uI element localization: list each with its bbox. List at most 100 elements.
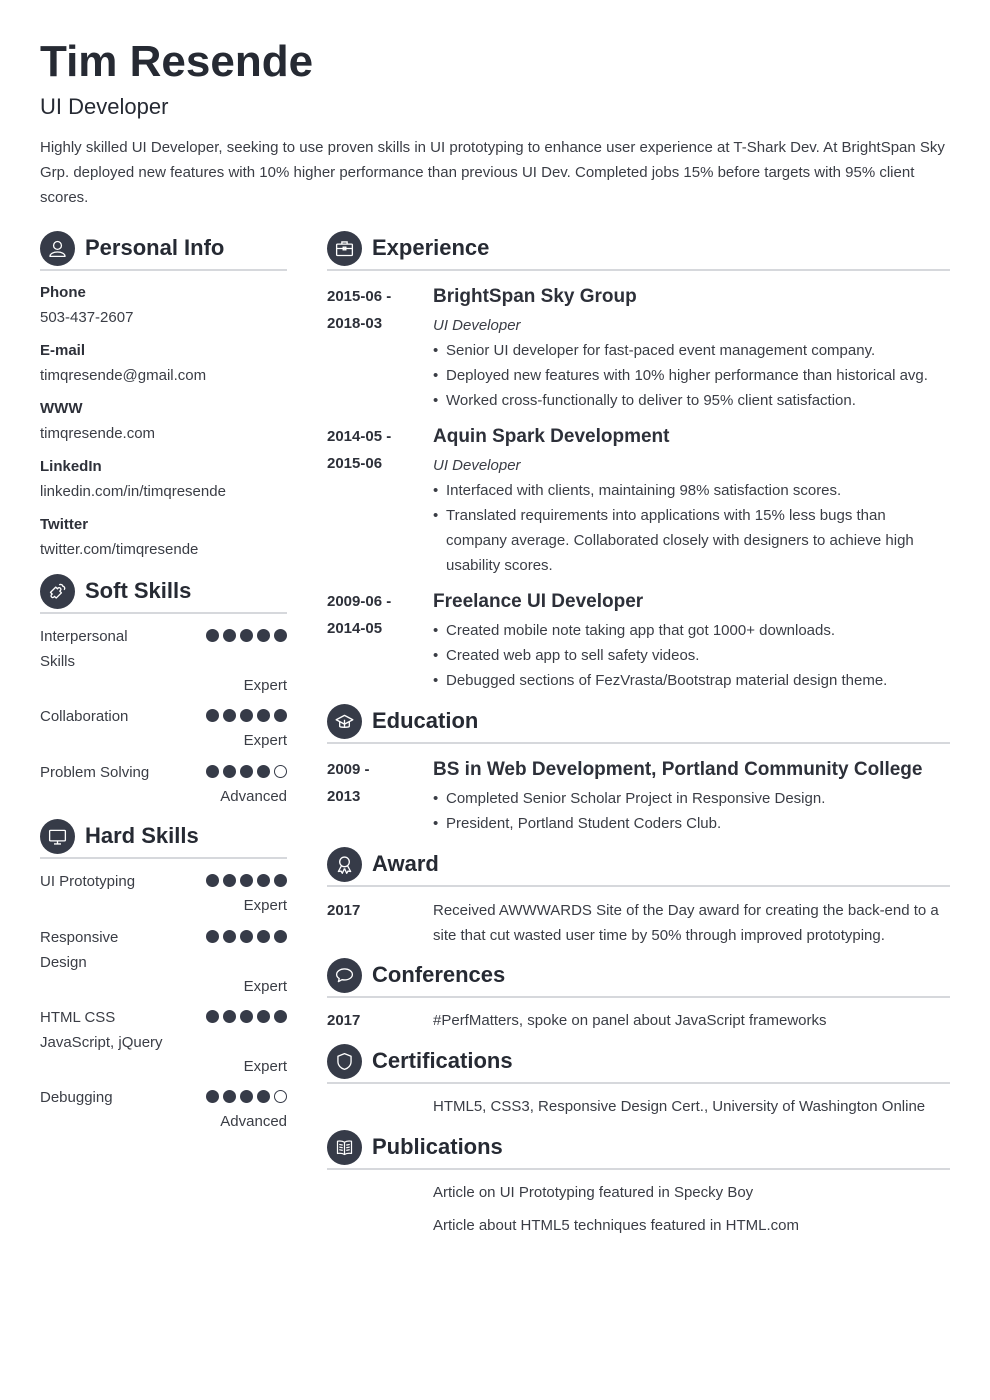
entry-date: 2009 - 2013 xyxy=(327,757,427,809)
pi-value[interactable]: linkedin.com/in/timqresende xyxy=(40,482,226,502)
rating-dot-filled xyxy=(257,874,270,887)
rating-dot-filled xyxy=(257,629,270,642)
skill-level: Advanced xyxy=(220,788,287,805)
publication-text: Article about HTML5 techniques featured … xyxy=(433,1217,799,1234)
rating-dot-filled xyxy=(206,930,219,943)
bullet-item: Created web app to sell safety videos. xyxy=(433,643,950,668)
skill-name: UI Prototyping xyxy=(40,873,136,890)
rating-dot-filled xyxy=(223,1090,236,1103)
rating-dot-filled xyxy=(274,709,287,722)
skill-rating xyxy=(206,1010,287,1023)
pi-label: Twitter xyxy=(40,516,89,533)
rating-dot-filled xyxy=(206,874,219,887)
award-ribbon-icon xyxy=(327,846,362,882)
user-icon xyxy=(40,230,75,266)
section-title: Award xyxy=(372,851,439,876)
entry-date: 2017 xyxy=(327,1012,361,1029)
date-end: 2013 xyxy=(327,788,361,805)
skill-rating xyxy=(206,1090,287,1103)
section-title: Experience xyxy=(372,235,490,260)
rating-dot-filled xyxy=(206,1090,219,1103)
role-title: UI Developer xyxy=(433,457,521,474)
briefcase-icon xyxy=(327,230,362,266)
pi-value[interactable]: timqresende@gmail.com xyxy=(40,366,206,386)
skill-level: Expert xyxy=(243,1058,287,1075)
rating-dot-filled xyxy=(274,1010,287,1023)
date-start: 2015-06 - xyxy=(327,288,392,305)
rating-dot-filled xyxy=(240,765,253,778)
skill-name: Problem Solving xyxy=(40,764,150,781)
rating-dot-filled xyxy=(206,1010,219,1023)
summary: Highly skilled UI Developer, seeking to … xyxy=(40,139,945,206)
rating-dot-filled xyxy=(223,930,236,943)
section-title: Conferences xyxy=(372,962,506,987)
skill-name: Debugging xyxy=(40,1089,113,1106)
company-name: Freelance UI Developer xyxy=(433,591,644,612)
rating-dot-filled xyxy=(223,765,236,778)
rating-dot-filled xyxy=(240,629,253,642)
skill-level: Advanced xyxy=(220,1113,287,1130)
bullet-item: Interfaced with clients, maintaining 98%… xyxy=(433,478,950,503)
skill-item: Debugging Advanced xyxy=(40,1085,287,1133)
rating-dot-filled xyxy=(240,930,253,943)
pi-value[interactable]: twitter.com/timqresende xyxy=(40,540,198,560)
date-start: 2009-06 - xyxy=(327,593,392,610)
section-title: Soft Skills xyxy=(85,578,192,603)
entry-content: BrightSpan Sky Group UI Developer Senior… xyxy=(433,284,950,413)
skill-item: UI Prototyping Expert xyxy=(40,869,287,917)
pi-value: 503-437-2607 xyxy=(40,309,134,326)
skill-name: Collaboration xyxy=(40,708,129,725)
rating-dot-filled xyxy=(274,874,287,887)
entry-content: BS in Web Development, Portland Communit… xyxy=(433,757,950,836)
rating-dot-empty xyxy=(274,1090,287,1103)
skill-level: Expert xyxy=(243,897,287,914)
rating-dot-filled xyxy=(223,874,236,887)
award-text: Received AWWWARDS Site of the Day award … xyxy=(433,902,939,944)
rating-dot-filled xyxy=(223,629,236,642)
pi-label: LinkedIn xyxy=(40,458,102,475)
entry-date: 2017 xyxy=(327,902,361,919)
skill-rating xyxy=(206,930,287,943)
bullet-item: Worked cross-functionally to deliver to … xyxy=(433,388,950,413)
rating-dot-filled xyxy=(240,709,253,722)
bullet-item: Created mobile note taking app that got … xyxy=(433,618,950,643)
skill-item: Collaboration Expert xyxy=(40,704,287,752)
pi-label: WWW xyxy=(40,400,83,417)
date-start: 2014-05 - xyxy=(327,428,392,445)
rating-dot-filled xyxy=(206,709,219,722)
personal-info-phone: Phone 503-437-2607 xyxy=(40,283,133,328)
puzzle-icon xyxy=(40,573,75,609)
rating-dot-filled xyxy=(223,709,236,722)
company-name: BrightSpan Sky Group xyxy=(433,286,637,307)
section-education: Education xyxy=(327,703,950,744)
rating-dot-filled xyxy=(274,930,287,943)
graduation-cap-icon xyxy=(327,703,362,739)
bullet-list: Interfaced with clients, maintaining 98%… xyxy=(433,478,950,578)
rating-dot-empty xyxy=(274,765,287,778)
section-title: Publications xyxy=(372,1134,503,1159)
book-icon xyxy=(327,1129,362,1165)
date-end: 2018-03 xyxy=(327,315,383,332)
section-hard-skills: Hard Skills xyxy=(40,818,287,859)
skill-rating xyxy=(206,629,287,642)
pi-value[interactable]: timqresende.com xyxy=(40,424,155,444)
bullet-item: Translated requirements into application… xyxy=(433,503,950,578)
rating-dot-filled xyxy=(206,765,219,778)
skill-item: Problem Solving Advanced xyxy=(40,760,287,808)
skill-name: HTML CSS JavaScript, jQuery xyxy=(40,1009,163,1051)
skill-item: HTML CSS JavaScript, jQuery Expert xyxy=(40,1005,287,1078)
bullet-item: Senior UI developer for fast-paced event… xyxy=(433,338,950,363)
rating-dot-filled xyxy=(240,874,253,887)
rating-dot-filled xyxy=(257,765,270,778)
rating-dot-filled xyxy=(257,1090,270,1103)
company-name: Aquin Spark Development xyxy=(433,426,670,447)
bullet-list: Created mobile note taking app that got … xyxy=(433,618,950,693)
personal-info-email: E-mail timqresende@gmail.com xyxy=(40,341,206,386)
entry-content: Aquin Spark Development UI Developer Int… xyxy=(433,424,950,578)
conference-text: #PerfMatters, spoke on panel about JavaS… xyxy=(433,1012,827,1029)
date-end: 2015-06 xyxy=(327,455,383,472)
section-soft-skills: Soft Skills xyxy=(40,573,287,614)
bullet-item: Deployed new features with 10% higher pe… xyxy=(433,363,950,388)
entry-content: Freelance UI Developer Created mobile no… xyxy=(433,589,950,693)
entry-date: 2009-06 - 2014-05 xyxy=(327,589,427,641)
